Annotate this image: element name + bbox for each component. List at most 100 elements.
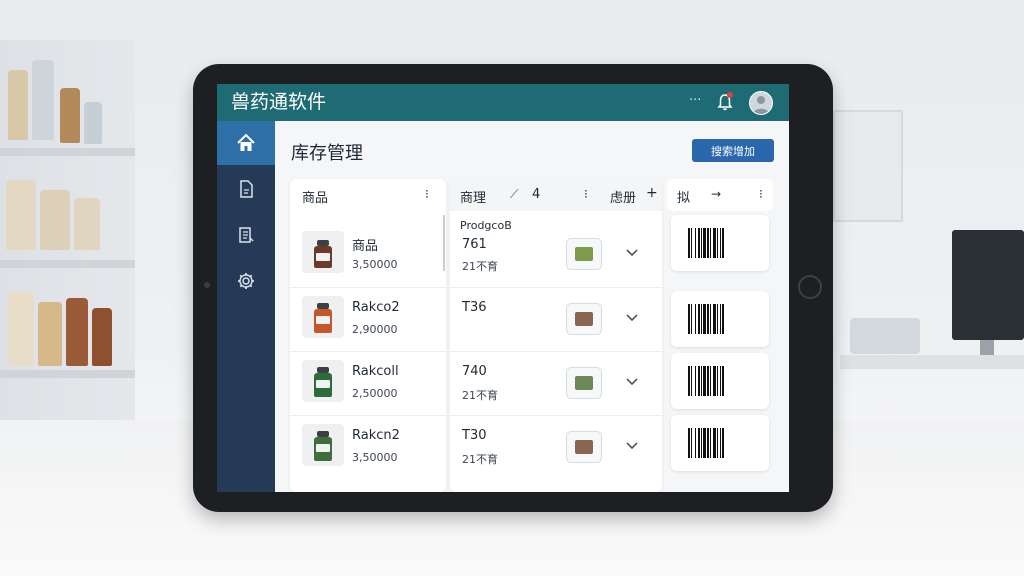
barcode-bar [720,228,721,258]
tablet-home-button[interactable] [798,275,822,299]
chevron-down-icon[interactable] [624,309,640,325]
product-column-title: 商品 [302,191,329,206]
product-mini-image [566,431,602,463]
barcode-card[interactable] [671,215,769,271]
product-code: T36 [462,300,487,315]
bell-icon[interactable] [717,92,733,112]
barcode-bar [710,428,711,458]
table-row[interactable]: T30 21不育 [450,415,662,478]
sidebar-item-settings[interactable] [217,259,275,303]
product-column-header: 商品 ⁝ [290,179,446,211]
product-name: Rakcn2 [352,428,400,443]
table-row[interactable]: T36 [450,287,662,350]
barcode-bar [722,304,724,334]
barcode-column: 拟 → ⁝ [667,179,773,492]
chevron-down-icon[interactable] [624,244,640,260]
product-thumbnail [302,424,344,466]
product-thumbnail [302,296,344,338]
tablet-frame: 兽药通软件 ··· 库存管理 搜索增加 商品 ⁝ 商品 3,50000 Rakc… [193,64,833,512]
barcode-bar [707,428,709,458]
product-thumbnail [302,231,344,273]
list-icon [239,227,254,243]
side-device [850,318,920,354]
table-row[interactable]: Rakcn2 3,50000 [290,415,446,478]
detail-column: 商理 ⟋ 4 ⁝ 虑册 + ProdgcoB 761 21不育 T36 740 … [450,179,662,492]
barcode-bar [701,228,702,258]
barcode-bar [713,428,716,458]
barcode-bar [717,366,718,396]
barcode-bar [698,428,700,458]
app-screen: 兽药通软件 ··· 库存管理 搜索增加 商品 ⁝ 商品 3,50000 Rakc… [217,84,789,492]
chevron-down-icon[interactable] [624,437,640,453]
barcode-bar [688,428,690,458]
wall-board [833,110,903,222]
barcode-bar [695,366,696,396]
barcode-bar [698,304,700,334]
sort-icon[interactable]: ⟋ [510,187,518,202]
medicine-bottle-icon [314,367,332,397]
more-menu-icon[interactable]: ··· [689,93,701,108]
barcode-bar [695,428,696,458]
sidebar-item-reports[interactable] [217,213,275,257]
barcode-bar [691,366,692,396]
product-mini-image [566,238,602,270]
table-row[interactable]: 商品 3,50000 [290,223,446,285]
barcode-column-header: 拟 → ⁝ [667,179,773,211]
column-menu-icon[interactable]: ⁝ [759,187,763,201]
barcode-bar [703,428,706,458]
barcode-bar [717,304,718,334]
sidebar [217,121,275,492]
barcode-icon [688,428,724,458]
app-header: 兽药通软件 ··· [217,84,789,121]
barcode-bar [688,304,690,334]
barcode-bar [720,366,721,396]
product-quantity: 2,50000 [352,387,398,400]
product-code: 740 [462,364,487,379]
barcode-bar [703,228,706,258]
add-column-icon[interactable]: + [646,185,658,201]
product-quantity: 3,50000 [352,451,398,464]
arrow-right-icon[interactable]: → [711,187,721,201]
table-row[interactable]: 740 21不育 [450,351,662,414]
barcode-bar [688,366,690,396]
barcode-column-title: 拟 [677,191,691,206]
barcode-bar [722,428,724,458]
table-row[interactable]: Rakcoll 2,50000 [290,351,446,414]
product-name: Rakcoll [352,364,399,379]
barcode-icon [688,366,724,396]
background-shelf [0,40,135,430]
barcode-bar [720,304,721,334]
medicine-bottle-icon [314,431,332,461]
barcode-bar [722,228,724,258]
product-name: Rakco2 [352,300,400,315]
search-add-button[interactable]: 搜索增加 [692,139,774,162]
barcode-bar [688,228,690,258]
barcode-bar [695,228,696,258]
barcode-bar [701,428,702,458]
barcode-bar [701,304,702,334]
column-menu-icon[interactable]: ⁝ [425,187,429,201]
product-thumbnail [302,360,344,402]
barcode-card[interactable] [671,291,769,347]
barcode-bar [707,228,709,258]
detail-column-title-2: 虑册 [610,191,637,206]
medicine-bottle-icon [314,240,332,268]
chevron-down-icon[interactable] [624,373,640,389]
barcode-bar [707,366,709,396]
barcode-card[interactable] [671,353,769,409]
sidebar-item-documents[interactable] [217,167,275,211]
table-row[interactable]: 761 21不育 [450,223,662,285]
sidebar-item-home[interactable] [217,121,275,165]
table-row[interactable]: Rakco2 2,90000 [290,287,446,350]
barcode-icon [688,304,724,334]
avatar[interactable] [749,91,773,115]
barcode-bar [710,228,711,258]
barcode-bar [691,304,692,334]
barcode-card[interactable] [671,415,769,471]
product-quantity: 3,50000 [352,258,398,271]
gear-icon [238,273,254,289]
product-quantity: 2,90000 [352,323,398,336]
barcode-bar [713,366,716,396]
column-menu-icon[interactable]: ⁝ [584,187,588,201]
product-subtext: 21不育 [462,389,498,402]
